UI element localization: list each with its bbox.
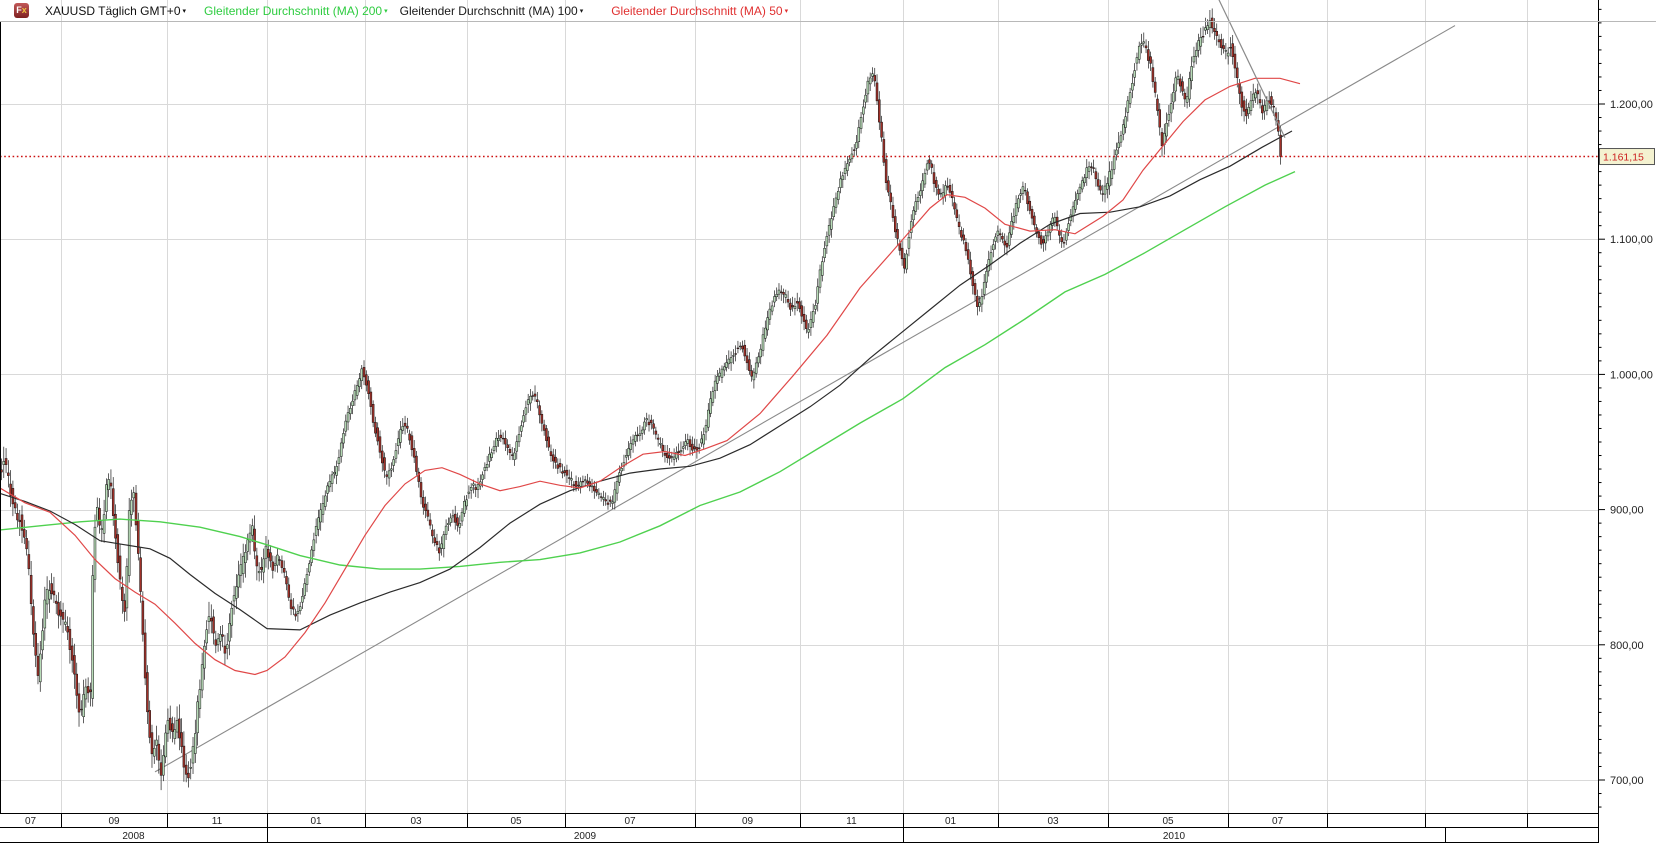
symbol-timeframe-selector[interactable]: XAUUSD Täglich GMT+0▾ [45, 4, 186, 18]
year-label: 2008 [122, 831, 145, 842]
price-chart[interactable]: 1.200,00 1.100,00 1.000,00 900,00 800,00 700,… [0, 0, 1656, 843]
legend-item-ma-100[interactable]: Gleitender Durchschnitt (MA) 100▾ [400, 4, 584, 18]
chevron-down-icon[interactable]: ▾ [384, 8, 388, 15]
symbol-label: XAUUSD Täglich GMT+0 [45, 4, 181, 18]
month-label: 09 [108, 816, 120, 827]
month-label: 11 [212, 816, 223, 827]
month-label: 03 [410, 816, 422, 827]
chevron-down-icon[interactable]: ▾ [580, 8, 584, 15]
price-tick-label: 800,00 [1610, 640, 1644, 652]
chevron-down-icon[interactable]: ▾ [785, 8, 789, 15]
chart-application-window: 1.200,00 1.100,00 1.000,00 900,00 800,00 700,… [0, 0, 1656, 843]
chart-header-toolbar: Fx XAUUSD Täglich GMT+0▾ Gleitender Durc… [0, 0, 1656, 22]
month-label: 05 [510, 816, 522, 827]
ma-200-label: Gleitender Durchschnitt (MA) 200 [204, 4, 382, 18]
price-tick-label: 1.100,00 [1610, 234, 1653, 246]
legend-item-ma-50[interactable]: Gleitender Durchschnitt (MA) 50▾ [611, 4, 788, 18]
month-label: 07 [624, 816, 636, 827]
chevron-down-icon[interactable]: ▾ [183, 8, 187, 15]
month-label: 09 [742, 816, 754, 827]
month-label: 05 [1162, 816, 1174, 827]
month-label: 03 [1047, 816, 1059, 827]
legend-item-ma-200[interactable]: Gleitender Durchschnitt (MA) 200▾ [204, 4, 388, 18]
svg-text:1.161,15: 1.161,15 [1603, 152, 1644, 164]
month-label: 07 [1272, 816, 1284, 827]
year-label: 2010 [1163, 831, 1186, 842]
current-price-tag: 1.161,15 [1600, 149, 1655, 165]
month-label: 11 [846, 816, 857, 827]
ma-50-label: Gleitender Durchschnitt (MA) 50 [611, 4, 782, 18]
month-label: 01 [945, 816, 957, 827]
price-tick-label: 1.000,00 [1610, 369, 1653, 381]
year-label: 2009 [574, 831, 597, 842]
month-label: 01 [310, 816, 322, 827]
month-label: 07 [25, 816, 37, 827]
price-tick-label: 700,00 [1610, 775, 1644, 787]
fx-broker-logo-icon: Fx [14, 3, 29, 18]
price-tick-label: 1.200,00 [1610, 99, 1653, 111]
ma-100-label: Gleitender Durchschnitt (MA) 100 [400, 4, 578, 18]
price-tick-label: 900,00 [1610, 505, 1644, 517]
